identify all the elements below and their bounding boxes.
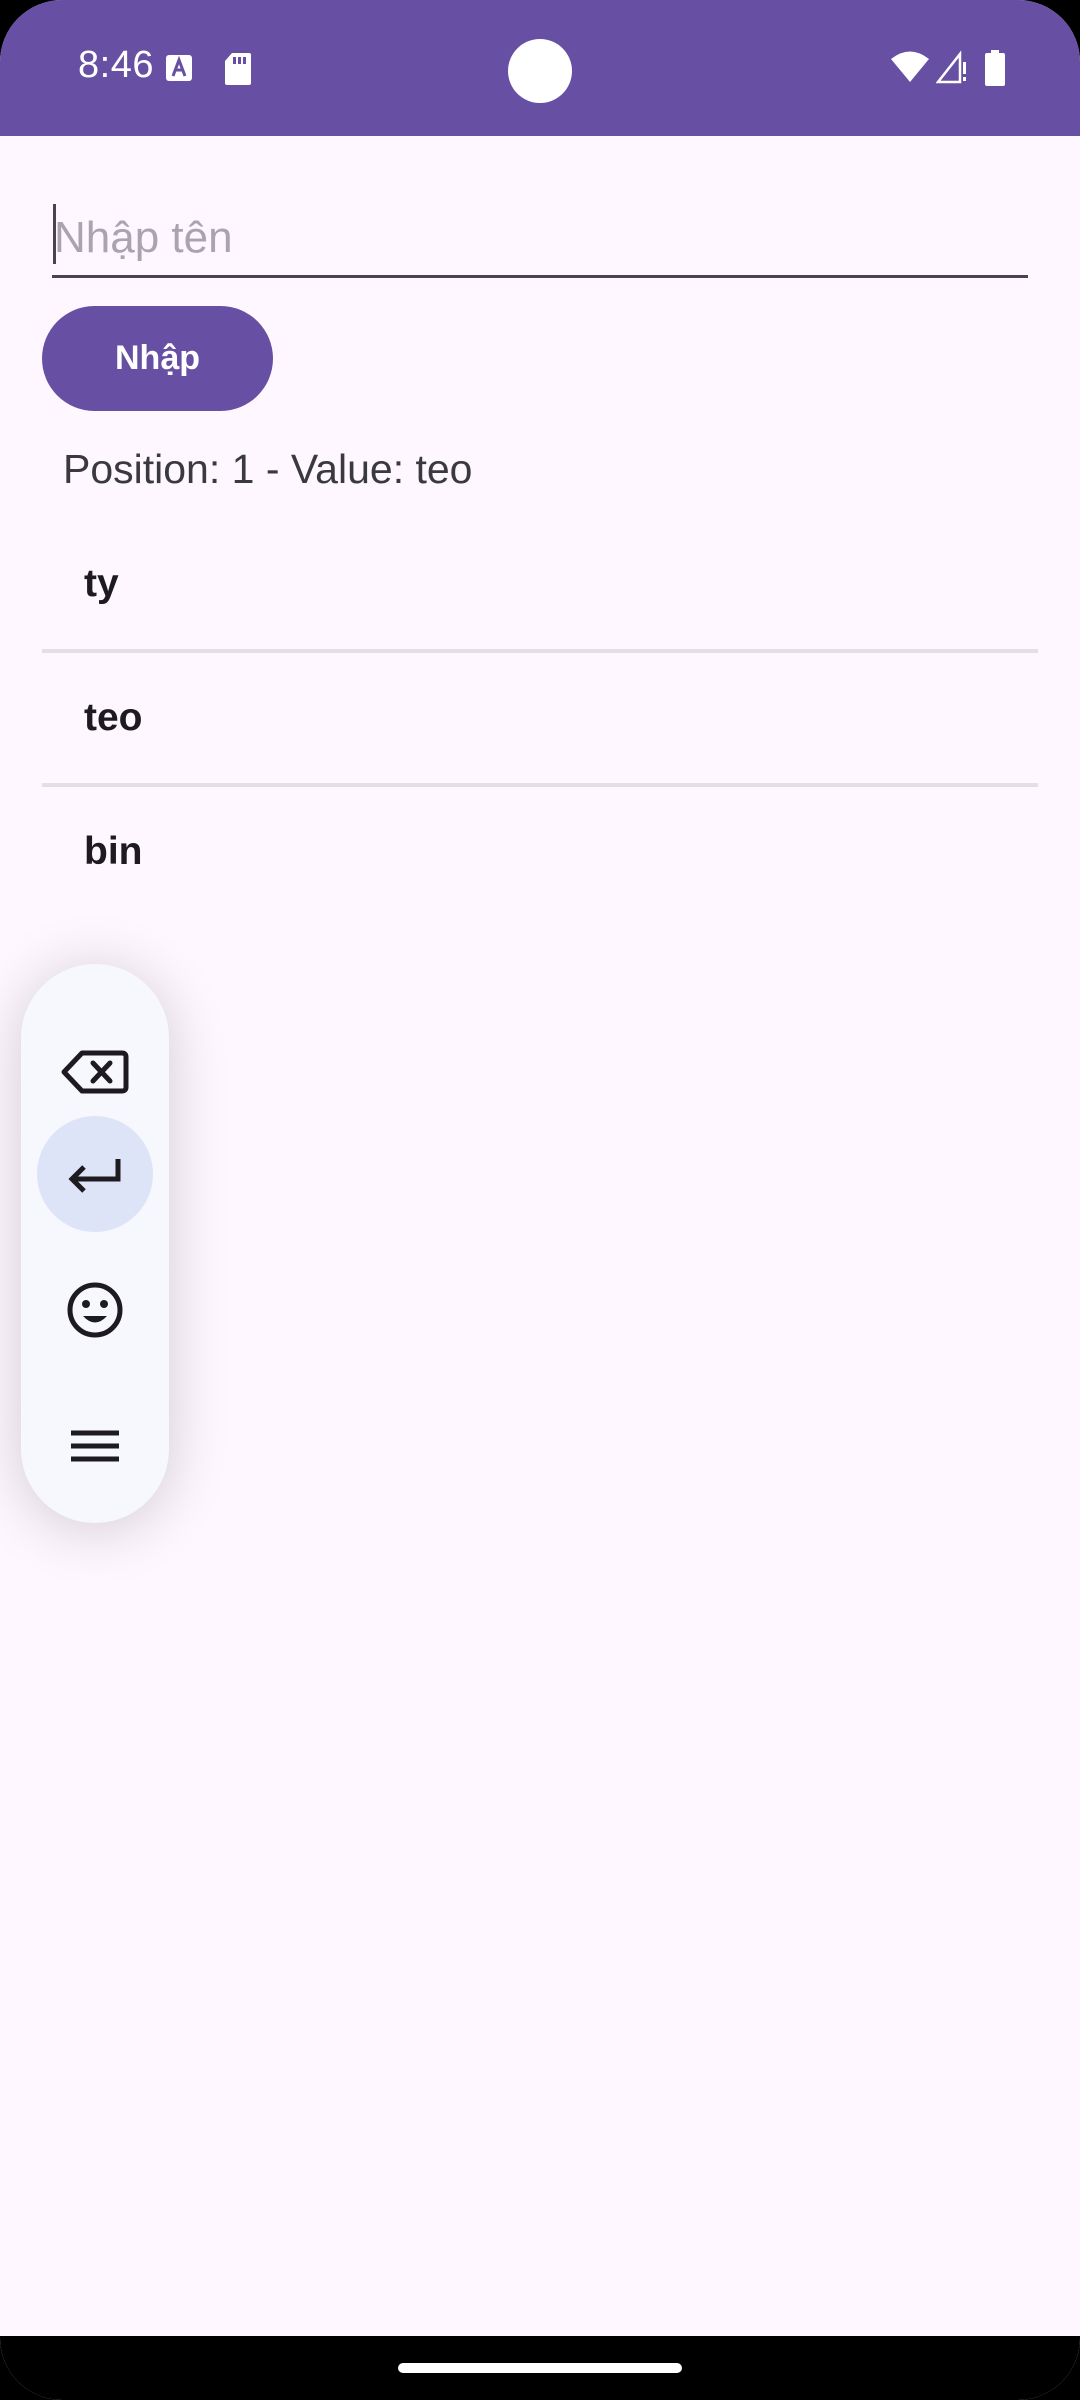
home-gesture-handle[interactable] bbox=[398, 2363, 682, 2373]
status-bar: 8:46 bbox=[0, 0, 1080, 136]
wifi-icon bbox=[891, 51, 929, 82]
camera-cutout bbox=[508, 39, 572, 103]
name-list: ty teo bin bbox=[42, 519, 1038, 917]
name-input[interactable] bbox=[52, 200, 1028, 278]
text-cursor bbox=[53, 204, 56, 264]
floating-keyboard-toolbar bbox=[21, 964, 169, 1523]
backspace-icon bbox=[61, 1050, 129, 1094]
menu-icon bbox=[71, 1430, 119, 1462]
battery-icon bbox=[985, 50, 1005, 86]
list-item-label: bin bbox=[84, 830, 143, 873]
enter-button[interactable] bbox=[37, 1116, 153, 1232]
list-item[interactable]: teo bbox=[42, 653, 1038, 783]
submit-button[interactable]: Nhập bbox=[42, 306, 273, 411]
emoji-icon bbox=[67, 1282, 123, 1338]
list-item[interactable]: bin bbox=[42, 787, 1038, 917]
emoji-button[interactable] bbox=[37, 1252, 153, 1368]
font-a-icon bbox=[166, 55, 192, 81]
list-item[interactable]: ty bbox=[42, 519, 1038, 649]
menu-button[interactable] bbox=[37, 1388, 153, 1504]
status-time: 8:46 bbox=[78, 44, 154, 86]
backspace-button[interactable] bbox=[37, 1014, 153, 1130]
signal-icon bbox=[936, 50, 966, 84]
sd-card-icon bbox=[225, 53, 251, 85]
app-screen: 8:46 Nhập Position: 1 - Value: teo bbox=[0, 0, 1080, 2400]
enter-icon bbox=[68, 1159, 121, 1193]
list-item-label: teo bbox=[84, 696, 143, 739]
list-item-label: ty bbox=[84, 562, 119, 605]
result-text: Position: 1 - Value: teo bbox=[63, 446, 473, 492]
